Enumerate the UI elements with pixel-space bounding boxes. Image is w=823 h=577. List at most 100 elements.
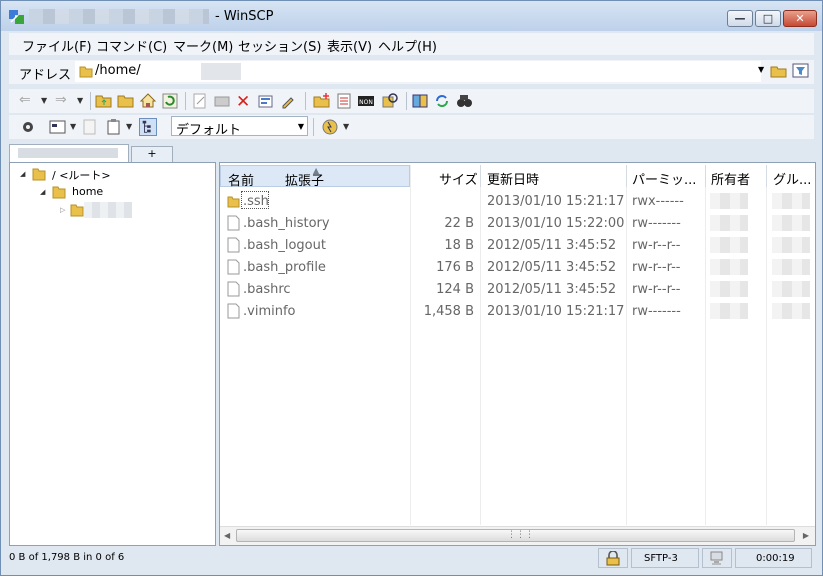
expand-arrow-icon[interactable]: ◢ — [40, 188, 45, 196]
computer-icon — [710, 551, 723, 565]
tree-item-label: home — [72, 185, 104, 198]
scroll-left-icon[interactable]: ◀ — [224, 531, 230, 540]
forward-icon[interactable]: ⇒ — [55, 92, 73, 110]
user-folder-redacted — [84, 202, 132, 218]
delete-icon[interactable]: ✕ — [236, 92, 254, 112]
view-mode-dropdown-icon[interactable]: ▼ — [70, 122, 76, 131]
file-icon — [227, 259, 240, 275]
preferences-gear-icon[interactable] — [19, 118, 37, 136]
queue-dropdown-icon[interactable]: ▼ — [343, 122, 349, 131]
filter-panel-icon[interactable] — [81, 118, 99, 136]
new-folder-icon[interactable] — [313, 92, 331, 110]
menu-command[interactable]: コマンド(C) — [96, 36, 167, 55]
toolbar-separator — [90, 92, 91, 110]
clipboard-dropdown-icon[interactable]: ▼ — [126, 122, 132, 131]
back-dropdown-icon[interactable]: ▼ — [41, 96, 47, 105]
find-files-icon[interactable] — [381, 92, 399, 110]
refresh-icon[interactable] — [161, 92, 179, 110]
root-directory-icon[interactable] — [117, 92, 135, 110]
close-icon: ✕ — [795, 12, 805, 25]
expand-arrow-icon[interactable]: ◢ — [20, 170, 25, 178]
view-mode-icon[interactable] — [49, 118, 67, 136]
address-dropdown-icon[interactable]: ▼ — [758, 65, 764, 74]
forward-dropdown-icon[interactable]: ▼ — [77, 96, 83, 105]
file-row-bash-profile[interactable]: .bash_profile 176 B 2012/05/11 3:45:52 r… — [220, 256, 815, 278]
navigation-toolbar: ⇐ ▼ ⇒ ▼ ✕ NON — [9, 89, 814, 113]
filter-icon[interactable] — [792, 62, 810, 80]
rename-icon[interactable] — [279, 92, 297, 110]
address-input[interactable]: /home/ — [75, 61, 761, 82]
transfer-settings-select[interactable]: デフォルト ▼ — [171, 116, 308, 138]
file-group-redacted — [772, 303, 810, 319]
close-button[interactable]: ✕ — [783, 10, 817, 27]
horizontal-scrollbar[interactable]: ◀ ⋮⋮⋮ ▶ — [220, 526, 815, 545]
column-header-name[interactable]: 名前 拡張子 ▲ — [220, 165, 410, 189]
menu-mark[interactable]: マーク(M) — [173, 36, 233, 55]
select-files-icon[interactable] — [335, 92, 353, 110]
session-tabs: + — [9, 144, 814, 162]
column-header-permissions[interactable]: パーミッ... — [632, 169, 696, 188]
file-modified: 2013/01/10 15:21:17 — [487, 194, 625, 209]
file-icon — [227, 303, 240, 319]
scrollbar-thumb[interactable]: ⋮⋮⋮ — [236, 529, 795, 542]
directory-tree: ◢ / <ルート> ◢ home ▷ — [9, 162, 216, 546]
tree-item-root[interactable]: ◢ / <ルート> — [18, 166, 208, 182]
protocol-label: SFTP-3 — [644, 553, 678, 564]
file-row-bashrc[interactable]: .bashrc 124 B 2012/05/11 3:45:52 rw-r--r… — [220, 278, 815, 300]
file-row-ssh[interactable]: .ssh 2013/01/10 15:21:17 rwx------ — [220, 190, 815, 212]
open-icon[interactable] — [213, 92, 231, 110]
header-divider — [705, 165, 706, 187]
tree-view-icon[interactable] — [139, 118, 157, 136]
file-group-redacted — [772, 281, 810, 297]
compare-directories-icon[interactable] — [411, 92, 429, 110]
file-owner-redacted — [710, 259, 748, 275]
maximize-button[interactable]: □ — [755, 10, 781, 27]
column-name-label: 名前 — [228, 174, 255, 189]
file-icon — [227, 237, 240, 253]
column-header-owner[interactable]: 所有者 — [711, 169, 750, 188]
back-icon[interactable]: ⇐ — [19, 92, 37, 110]
header-divider — [626, 165, 627, 187]
synchronize-icon[interactable] — [433, 92, 451, 110]
menu-file[interactable]: ファイル(F) — [22, 36, 92, 55]
window-title: - WinSCP — [215, 9, 274, 24]
file-row-bash-logout[interactable]: .bash_logout 18 B 2012/05/11 3:45:52 rw-… — [220, 234, 815, 256]
parent-directory-icon[interactable] — [95, 92, 113, 110]
column-header-group[interactable]: グル... — [773, 169, 811, 188]
column-header-modified[interactable]: 更新日時 — [487, 169, 539, 188]
file-group-redacted — [772, 193, 810, 209]
session-tab[interactable] — [9, 144, 129, 162]
clipboard-icon[interactable] — [105, 118, 123, 136]
properties-icon[interactable] — [257, 92, 275, 110]
protocol-status: SFTP-3 — [631, 548, 699, 568]
file-row-viminfo[interactable]: .viminfo 1,458 B 2013/01/10 15:21:17 rw-… — [220, 300, 815, 322]
menu-session[interactable]: セッション(S) — [238, 36, 321, 55]
edit-icon[interactable] — [191, 92, 209, 110]
home-icon[interactable] — [139, 92, 157, 110]
svg-text:NON: NON — [359, 99, 373, 106]
tree-item-user[interactable]: ▷ — [58, 202, 208, 218]
minimize-button[interactable]: — — [727, 10, 753, 27]
file-row-bash-history[interactable]: .bash_history 22 B 2013/01/10 15:22:00 r… — [220, 212, 815, 234]
open-directory-icon[interactable] — [770, 62, 788, 80]
new-session-tab[interactable]: + — [131, 146, 173, 162]
session-tab-label-redacted — [18, 148, 118, 158]
tree-item-home[interactable]: ◢ home — [38, 184, 208, 200]
title-bar: - WinSCP — □ ✕ — [1, 1, 822, 31]
menu-help[interactable]: ヘルプ(H) — [378, 36, 437, 55]
unselect-files-icon[interactable]: NON — [357, 92, 375, 110]
menu-view[interactable]: 表示(V) — [327, 36, 372, 55]
header-divider — [480, 165, 481, 187]
scroll-right-icon[interactable]: ▶ — [803, 531, 809, 540]
file-icon — [227, 281, 240, 297]
file-name: .ssh — [243, 194, 269, 209]
file-permissions: rw-r--r-- — [632, 238, 681, 253]
keep-up-to-date-icon[interactable] — [455, 92, 473, 110]
tree-item-label: / <ルート> — [52, 169, 111, 182]
collapsed-arrow-icon[interactable]: ▷ — [60, 206, 65, 214]
sort-ascending-icon: ▲ — [313, 166, 320, 175]
file-name: .bash_logout — [243, 238, 326, 253]
toolbar-separator — [406, 92, 407, 110]
transfer-queue-icon[interactable] — [321, 118, 339, 136]
column-header-size[interactable]: サイズ — [439, 169, 478, 188]
